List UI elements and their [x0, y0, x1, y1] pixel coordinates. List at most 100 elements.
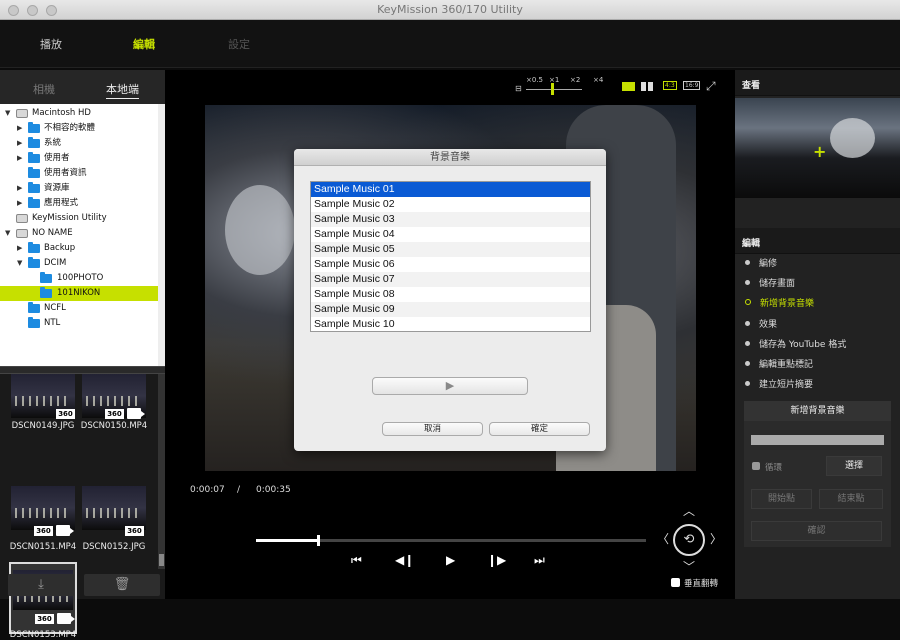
thumbnail-image[interactable]	[11, 486, 75, 530]
edit-item-effects[interactable]: 效果	[745, 317, 777, 330]
bullet-icon	[745, 299, 751, 305]
tree-label: NO NAME	[32, 228, 73, 238]
ok-button[interactable]: 確定	[489, 422, 590, 436]
edit-item-save-frame[interactable]: 儲存畫面	[745, 276, 795, 289]
expand-arrow-icon[interactable]: ▶	[17, 181, 22, 196]
reset-view-button[interactable]: ⟲	[673, 524, 705, 556]
expand-arrow-icon[interactable]: ▶	[17, 196, 22, 211]
tree-label: 系統	[44, 138, 62, 148]
music-item[interactable]: Sample Music 09	[311, 302, 590, 317]
expand-arrow-icon[interactable]: ▶	[17, 241, 22, 256]
pan-right-icon[interactable]: 〉	[710, 530, 722, 547]
bullet-icon	[745, 321, 750, 326]
panorama-preview[interactable]: +	[735, 98, 900, 198]
start-point-button[interactable]: 開始點	[751, 489, 812, 509]
thumbnail-grid: 360 DSCN0149.JPG 360 DSCN0150.MP4 360 DS…	[0, 374, 158, 640]
music-item[interactable]: Sample Music 10	[311, 317, 590, 332]
tree-label: 應用程式	[44, 198, 79, 208]
folder-icon	[28, 302, 40, 313]
pan-left-icon[interactable]: 〈	[657, 530, 669, 547]
tree-item[interactable]: NCFL	[0, 301, 158, 316]
folder-icon	[28, 257, 40, 268]
expand-arrow-icon[interactable]: ▶	[17, 151, 22, 166]
fullscreen-icon[interactable]: ⤢	[706, 79, 716, 94]
step-forward-button[interactable]: ❙▶	[487, 553, 506, 567]
seek-bar[interactable]	[256, 535, 646, 546]
preview-play-button[interactable]: ▶	[372, 377, 528, 395]
music-item[interactable]: Sample Music 06	[311, 257, 590, 272]
tree-item[interactable]: 使用者資訊	[0, 166, 158, 181]
zoom-out-icon[interactable]: ⊟	[515, 84, 522, 93]
expand-arrow-icon[interactable]: ▼	[17, 256, 22, 271]
pan-up-icon[interactable]: ︿	[683, 502, 695, 519]
music-item[interactable]: Sample Music 07	[311, 272, 590, 287]
tree-item[interactable]: ▶ 不相容的軟體	[0, 121, 158, 136]
edit-item-short-film[interactable]: 建立短片摘要	[745, 377, 813, 390]
select-music-button[interactable]: 選擇	[826, 456, 882, 476]
thumbnail-image[interactable]	[82, 486, 146, 530]
loop-checkbox[interactable]	[752, 462, 760, 470]
delete-button[interactable]: 🗑	[84, 574, 160, 596]
aspect-4-3-button[interactable]: 4:3	[663, 81, 677, 90]
single-view-icon[interactable]	[622, 82, 635, 91]
expand-arrow-icon[interactable]: ▶	[17, 121, 22, 136]
cancel-button[interactable]: 取消	[382, 422, 483, 436]
expand-arrow-icon[interactable]: ▼	[5, 226, 10, 241]
scrollbar-thumb[interactable]	[159, 554, 164, 566]
window-title: KeyMission 360/170 Utility	[377, 3, 523, 16]
confirm-button[interactable]: 確認	[751, 521, 882, 541]
music-item[interactable]: Sample Music 02	[311, 197, 590, 212]
music-item[interactable]: Sample Music 03	[311, 212, 590, 227]
skip-back-button[interactable]: ⏮	[351, 553, 362, 568]
music-item[interactable]: Sample Music 01	[311, 182, 590, 197]
flip-vertical-checkbox[interactable]	[671, 578, 680, 587]
tree-item[interactable]: ▶ 系統	[0, 136, 158, 151]
thumbnail-filename: DSCN0150.MP4	[80, 421, 148, 431]
tree-item[interactable]: 100PHOTO	[0, 271, 158, 286]
tab-camera[interactable]: 相機	[33, 81, 55, 97]
tree-scrollbar[interactable]	[158, 104, 165, 366]
skip-forward-button[interactable]: ⏭	[534, 553, 545, 568]
tree-item[interactable]: KeyMission Utility	[0, 211, 158, 226]
panel-splitter[interactable]	[0, 366, 165, 374]
expand-arrow-icon[interactable]: ▶	[17, 136, 22, 151]
edit-item-youtube[interactable]: 儲存為 YouTube 格式	[745, 337, 846, 350]
play-button[interactable]: ▶	[446, 553, 455, 567]
zoom-slider-knob[interactable]	[551, 83, 554, 95]
edit-item-add-bgm[interactable]: 新增背景音樂	[745, 296, 814, 309]
tree-item[interactable]: ▶ 使用者	[0, 151, 158, 166]
tree-item[interactable]: ▼ DCIM	[0, 256, 158, 271]
expand-arrow-icon[interactable]: ▼	[5, 106, 10, 121]
edit-item-label: 編輯重點標記	[759, 360, 814, 370]
section-title: 編輯	[742, 239, 761, 249]
tab-local[interactable]: 本地端	[106, 81, 139, 99]
thumbnail-scrollbar[interactable]	[158, 374, 165, 569]
split-view-icon[interactable]	[641, 82, 654, 91]
badge-360: 360	[34, 526, 53, 536]
music-item[interactable]: Sample Music 04	[311, 227, 590, 242]
tree-item[interactable]: ▼ NO NAME	[0, 226, 158, 241]
edit-item-trim[interactable]: 編修	[745, 256, 777, 269]
tab-edit[interactable]: 編輯	[133, 36, 155, 52]
tree-item[interactable]: ▶ Backup	[0, 241, 158, 256]
selected-thumbnail-frame[interactable]: 360	[9, 562, 77, 634]
end-point-button[interactable]: 結束點	[819, 489, 883, 509]
edit-item-highlights[interactable]: 編輯重點標記	[745, 357, 813, 370]
music-item[interactable]: Sample Music 05	[311, 242, 590, 257]
seek-progress	[256, 539, 319, 542]
tree-item[interactable]: ▶ 資源庫	[0, 181, 158, 196]
pan-down-icon[interactable]: ﹀	[683, 558, 695, 575]
zoom-slider-track[interactable]	[526, 89, 582, 90]
seek-handle[interactable]	[317, 535, 320, 546]
tab-playback[interactable]: 播放	[40, 36, 62, 52]
import-button[interactable]: ⤓	[8, 574, 74, 596]
aspect-16-9-button[interactable]: 16:9	[683, 81, 701, 90]
step-back-button[interactable]: ◀❙	[395, 553, 414, 567]
tree-label: 使用者資訊	[44, 168, 87, 178]
tree-item[interactable]: NTL	[0, 316, 158, 331]
tree-item-selected[interactable]: 101NIKON	[0, 286, 158, 301]
tree-label: 101NIKON	[57, 288, 101, 298]
music-item[interactable]: Sample Music 08	[311, 287, 590, 302]
tree-item[interactable]: ▶ 應用程式	[0, 196, 158, 211]
tree-item-macintosh-hd[interactable]: ▼ Macintosh HD	[0, 106, 158, 121]
